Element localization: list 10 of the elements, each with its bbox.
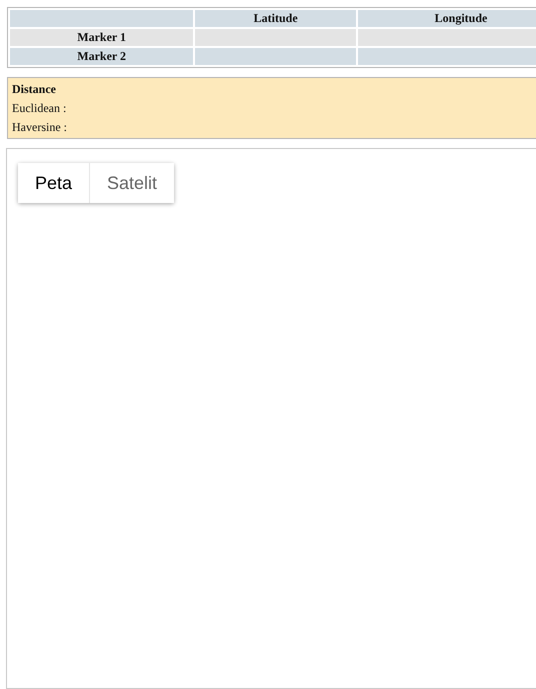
distance-label: Euclidean :	[12, 101, 68, 116]
column-header: Latitude	[195, 10, 356, 27]
map-area[interactable]: Peta Satelit	[6, 148, 536, 689]
distance-label: Haversine :	[12, 120, 68, 135]
map-type-tab[interactable]: Satelit	[89, 163, 174, 203]
row-header: Marker 1	[10, 29, 194, 46]
map-type-tab[interactable]: Peta	[18, 163, 90, 203]
distance-title: Distance	[12, 82, 57, 97]
row-header: Marker 2	[10, 48, 194, 65]
column-header: Longitude	[358, 10, 536, 27]
